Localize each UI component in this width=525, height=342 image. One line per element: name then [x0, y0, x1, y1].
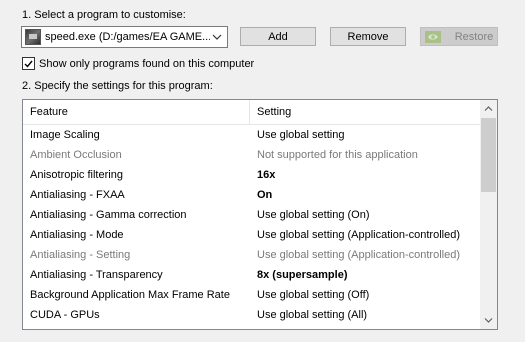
feature-cell: Antialiasing - Setting — [30, 249, 131, 261]
table-row[interactable]: Antialiasing - Gamma correction Use glob… — [23, 205, 480, 225]
table-row[interactable]: Antialiasing - Mode Use global setting (… — [23, 225, 480, 245]
add-button[interactable]: Add — [240, 27, 316, 46]
table-row[interactable]: Antialiasing - Setting Use global settin… — [23, 245, 480, 265]
feature-cell: CUDA - GPUs — [30, 309, 100, 321]
feature-column-header[interactable]: Feature — [23, 100, 250, 124]
show-found-programs-checkbox[interactable] — [22, 57, 35, 70]
table-row[interactable]: Anisotropic filtering 16x — [23, 165, 480, 185]
setting-cell: Use global setting — [257, 129, 345, 141]
table-scrollbar[interactable] — [480, 100, 497, 329]
table-row[interactable]: Background Application Max Frame Rate Us… — [23, 285, 480, 305]
game-exe-icon — [25, 29, 41, 45]
table-row[interactable]: Antialiasing - Transparency 8x (supersam… — [23, 265, 480, 285]
feature-cell: Image Scaling — [30, 129, 100, 141]
select-program-label: 1. Select a program to customise: — [22, 9, 186, 21]
feature-cell: Background Application Max Frame Rate — [30, 289, 230, 301]
restore-button-label: Restore — [454, 30, 494, 43]
setting-cell: 16x — [257, 169, 276, 181]
table-header: Feature Setting — [23, 100, 480, 125]
table-row[interactable]: Ambient Occlusion Not supported for this… — [23, 145, 480, 165]
scrollbar-thumb[interactable] — [481, 118, 496, 192]
remove-button[interactable]: Remove — [330, 27, 406, 46]
show-found-programs-option[interactable]: Show only programs found on this compute… — [22, 57, 254, 70]
setting-cell: 8x (supersample) — [257, 269, 348, 281]
feature-cell: Antialiasing - Mode — [30, 229, 124, 241]
program-dropdown[interactable]: speed.exe (D:/games/EA GAME... — [21, 26, 228, 48]
table-row[interactable]: Antialiasing - FXAA On — [23, 185, 480, 205]
setting-column-header[interactable]: Setting — [250, 100, 480, 124]
settings-table[interactable]: Feature Setting Image Scaling Use global… — [22, 99, 498, 330]
chevron-up-icon[interactable] — [480, 100, 497, 117]
feature-cell: Ambient Occlusion — [30, 149, 122, 161]
table-rows: Image Scaling Use global setting Ambient… — [23, 125, 480, 325]
chevron-down-icon[interactable] — [210, 34, 224, 40]
setting-cell: Use global setting (Application-controll… — [257, 249, 460, 261]
program-dropdown-value: speed.exe (D:/games/EA GAME... — [45, 31, 210, 43]
setting-cell: On — [257, 189, 273, 201]
table-row[interactable]: CUDA - GPUs Use global setting (All) — [23, 305, 480, 325]
setting-cell: Use global setting (On) — [257, 209, 370, 221]
feature-cell: Antialiasing - FXAA — [30, 189, 125, 201]
show-found-programs-label: Show only programs found on this compute… — [39, 57, 255, 70]
table-row[interactable]: Image Scaling Use global setting — [23, 125, 480, 145]
setting-cell: Use global setting (All) — [257, 309, 368, 321]
feature-cell: Anisotropic filtering — [30, 169, 123, 181]
restore-button[interactable]: Restore — [420, 27, 498, 46]
program-settings-page: 1. Select a program to customise: speed.… — [0, 0, 525, 342]
chevron-down-icon[interactable] — [480, 312, 497, 329]
nvidia-logo-icon — [424, 30, 441, 43]
specify-settings-label: 2. Specify the settings for this program… — [22, 80, 213, 92]
feature-cell: Antialiasing - Transparency — [30, 269, 163, 281]
feature-cell: Antialiasing - Gamma correction — [30, 209, 187, 221]
setting-cell: Use global setting (Off) — [257, 289, 370, 301]
setting-cell: Not supported for this application — [257, 149, 418, 161]
setting-cell: Use global setting (Application-controll… — [257, 229, 460, 241]
